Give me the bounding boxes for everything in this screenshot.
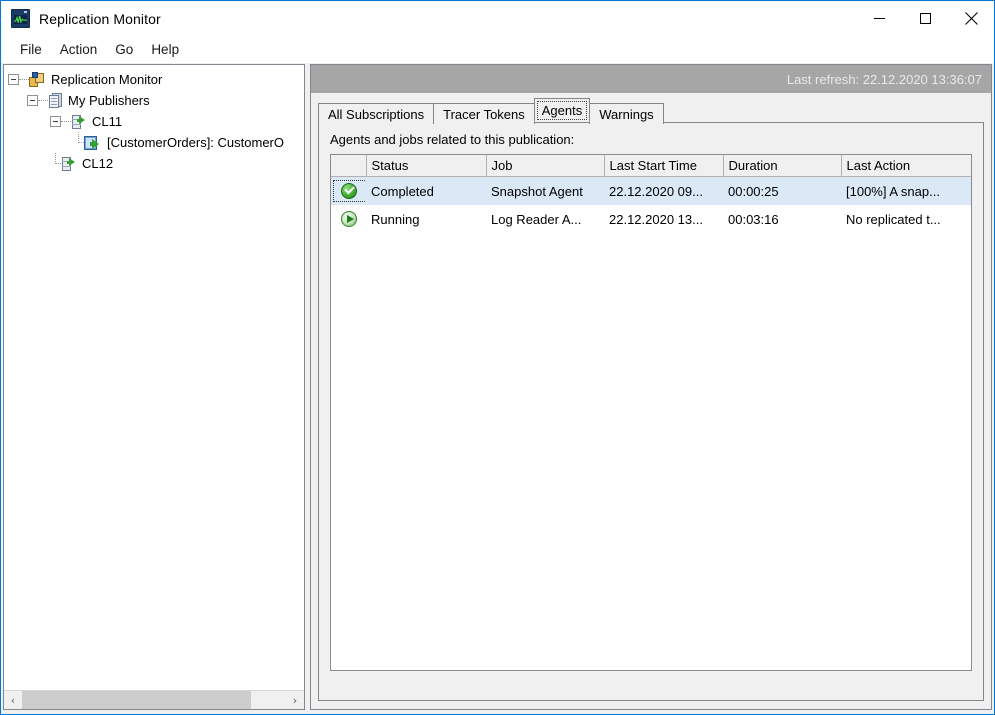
table-header-row: Status Job Last Start Time Duration Last… (331, 155, 971, 177)
cell-last-action: No replicated t... (846, 211, 941, 227)
scrollbar-track[interactable] (22, 691, 286, 709)
tab-label: Agents (541, 103, 583, 118)
tree-expander-cl11[interactable] (50, 116, 61, 127)
tree-node-label: My Publishers (68, 93, 150, 108)
tab-all-subscriptions[interactable]: All Subscriptions (318, 103, 435, 124)
navigation-tree[interactable]: Replication Monitor My Publishers CL11 [… (4, 65, 304, 690)
tree-node-cl12[interactable]: CL12 (8, 153, 304, 174)
tree-connector (73, 132, 84, 153)
column-header-icon[interactable] (331, 155, 367, 177)
tree-connector (38, 99, 48, 102)
menu-go[interactable]: Go (106, 39, 142, 60)
tree-node-customerorders-publication[interactable]: [CustomerOrders]: CustomerO (8, 132, 304, 153)
tree-connector (61, 120, 71, 123)
table-row[interactable]: Running Log Reader A... 22.12.2020 13...… (331, 205, 971, 233)
tree-expander-my-publishers[interactable] (27, 95, 38, 106)
replication-monitor-node-icon (29, 71, 46, 88)
menu-action[interactable]: Action (51, 39, 107, 60)
tree-node-label: Replication Monitor (51, 72, 163, 87)
tab-tracer-tokens[interactable]: Tracer Tokens (433, 103, 535, 124)
maximize-button[interactable] (902, 1, 948, 36)
menu-bar: File Action Go Help (1, 36, 994, 63)
publishers-folder-icon (48, 92, 63, 109)
status-icon-cell (331, 176, 366, 205)
tab-label: Warnings (599, 107, 654, 122)
minimize-button[interactable] (856, 1, 902, 36)
tabs-area: All Subscriptions Tracer Tokens Agents W… (311, 94, 991, 709)
menu-file[interactable]: File (11, 39, 51, 60)
tree-node-cl11[interactable]: CL11 (8, 111, 304, 132)
cell-last-action: [100%] A snap... (841, 176, 971, 205)
publisher-server-icon (61, 156, 77, 172)
tree-node-my-publishers[interactable]: My Publishers (8, 90, 304, 111)
panel-caption: Agents and jobs related to this publicat… (330, 132, 575, 147)
window-title: Replication Monitor (39, 10, 161, 27)
scroll-left-icon[interactable]: ‹ (4, 691, 22, 709)
tab-label: All Subscriptions (328, 107, 425, 122)
tree-expander-replication-monitor[interactable] (8, 74, 19, 85)
tree-horizontal-scrollbar[interactable]: ‹ › (4, 690, 304, 709)
scroll-right-icon[interactable]: › (286, 691, 304, 709)
column-header-duration[interactable]: Duration (723, 155, 842, 177)
agents-table: Status Job Last Start Time Duration Last… (331, 155, 971, 233)
cell-job: Log Reader A... (491, 211, 582, 227)
content-pane: Last refresh: 22.12.2020 13:36:07 All Su… (310, 64, 992, 710)
tree-node-label: [CustomerOrders]: CustomerO (107, 135, 284, 150)
last-refresh-bar: Last refresh: 22.12.2020 13:36:07 (311, 65, 991, 94)
menu-help[interactable]: Help (142, 39, 188, 60)
agents-list-view[interactable]: Status Job Last Start Time Duration Last… (330, 154, 972, 671)
window-controls (856, 1, 994, 36)
navigation-tree-pane: Replication Monitor My Publishers CL11 [… (3, 64, 305, 710)
column-header-status[interactable]: Status (366, 155, 487, 177)
agents-tab-panel: Agents and jobs related to this publicat… (318, 122, 984, 701)
column-header-last-action[interactable]: Last Action (841, 155, 971, 177)
cell-last-start-time: 22.12.2020 13... (609, 211, 703, 227)
tab-strip: All Subscriptions Tracer Tokens Agents W… (318, 98, 984, 124)
tree-node-label: CL11 (92, 114, 123, 129)
tab-warnings[interactable]: Warnings (589, 103, 664, 124)
title-bar: Replication Monitor (1, 1, 994, 36)
status-icon-cell (331, 205, 366, 233)
close-button[interactable] (948, 1, 994, 36)
tab-label: Tracer Tokens (443, 107, 525, 122)
cell-last-start-time: 22.12.2020 09... (604, 176, 723, 205)
table-row[interactable]: Completed Snapshot Agent 22.12.2020 09..… (331, 176, 971, 205)
tab-agents[interactable]: Agents (533, 98, 591, 122)
cell-duration: 00:00:25 (723, 176, 841, 205)
cell-duration: 00:03:16 (728, 211, 779, 227)
tree-node-replication-monitor[interactable]: Replication Monitor (8, 69, 304, 90)
column-header-last-start-time[interactable]: Last Start Time (604, 155, 724, 177)
main-split: Replication Monitor My Publishers CL11 [… (1, 63, 994, 714)
cell-status: Running (371, 211, 420, 227)
last-refresh-label: Last refresh: 22.12.2020 13:36:07 (786, 71, 982, 87)
publisher-server-icon (71, 114, 87, 130)
replication-monitor-icon (11, 9, 30, 28)
tree-connector (19, 78, 29, 81)
scrollbar-thumb[interactable] (22, 691, 251, 709)
application-window: Replication Monitor File Action Go Help (0, 0, 995, 715)
publication-icon (84, 135, 102, 151)
status-completed-icon (341, 183, 357, 199)
tree-connector (50, 153, 61, 174)
status-running-icon (341, 211, 357, 227)
column-header-job[interactable]: Job (486, 155, 605, 177)
panel-bottom-strip (330, 671, 972, 689)
cell-job: Snapshot Agent (486, 176, 604, 205)
cell-status: Completed (366, 176, 486, 205)
tree-node-label: CL12 (82, 156, 114, 171)
